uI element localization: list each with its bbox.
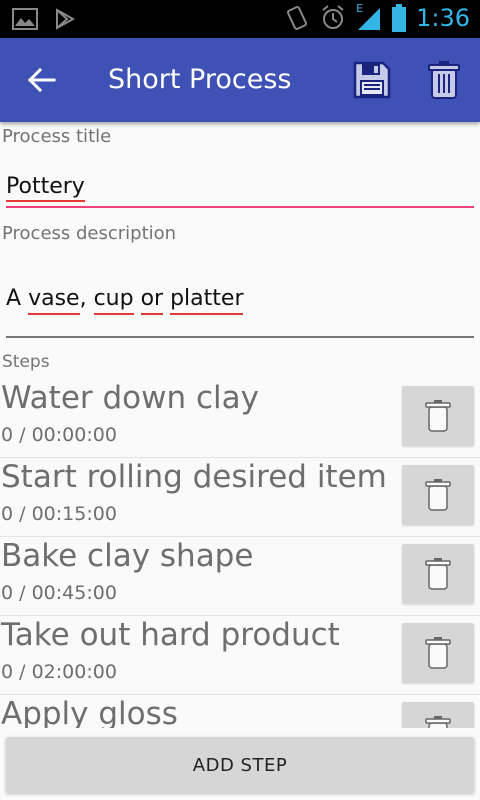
description-word: cup [93, 286, 134, 315]
delete-step-button[interactable] [402, 465, 474, 525]
description-word: , [79, 286, 87, 311]
step-row[interactable]: Bake clay shape 0 / 00:45:00 [0, 536, 480, 616]
step-time: 0 / 00:15:00 [1, 503, 117, 525]
delete-step-button[interactable] [402, 623, 474, 683]
signal-icon: E [356, 2, 382, 32]
play-store-icon [56, 8, 76, 30]
back-button[interactable] [24, 62, 60, 98]
trash-icon [425, 479, 451, 511]
status-bar: E 1:36 [0, 0, 480, 38]
step-time: 0 / 00:45:00 [1, 582, 117, 604]
step-row[interactable]: Start rolling desired item 0 / 00:15:00 [0, 457, 480, 537]
title-field[interactable]: Pottery [6, 168, 474, 208]
description-label: Process description [2, 223, 177, 244]
step-row[interactable]: Take out hard product 0 / 02:00:00 [0, 615, 480, 695]
description-value: A vase, cup or platter [6, 286, 244, 315]
delete-process-button[interactable] [426, 60, 462, 100]
add-step-button[interactable]: ADD STEP [6, 737, 474, 793]
trash-icon [425, 400, 451, 432]
delete-step-button[interactable] [402, 702, 474, 730]
clock: 1:36 [416, 4, 470, 32]
arrow-back-icon [27, 67, 56, 93]
description-word: or [140, 286, 164, 315]
description-field[interactable]: A vase, cup or platter [6, 278, 474, 338]
title-label: Process title [2, 126, 112, 147]
trash-icon [425, 558, 451, 590]
trash-icon [425, 637, 451, 669]
step-row[interactable]: Water down clay 0 / 00:00:00 [0, 378, 480, 458]
description-word: A [6, 286, 22, 311]
step-time: 0 / 02:00:00 [1, 661, 117, 683]
step-row[interactable]: Apply gloss [0, 694, 480, 730]
process-form: Process title Pottery Process descriptio… [0, 122, 480, 730]
page-title: Short Process [108, 64, 292, 95]
step-name: Water down clay [1, 380, 259, 416]
battery-icon [392, 4, 407, 32]
step-name: Bake clay shape [1, 538, 254, 574]
vibrate-icon [287, 6, 308, 30]
delete-step-button[interactable] [402, 386, 474, 446]
trash-icon [428, 61, 460, 99]
title-value: Pottery [6, 174, 85, 202]
steps-label: Steps [2, 352, 50, 372]
save-button[interactable] [352, 60, 392, 100]
delete-step-button[interactable] [402, 544, 474, 604]
app-bar: Short Process [0, 38, 480, 122]
step-time: 0 / 00:00:00 [1, 424, 117, 446]
step-name: Take out hard product [1, 617, 340, 653]
bottom-bar: ADD STEP [0, 728, 480, 800]
description-word: vase [28, 286, 80, 315]
floppy-disk-icon [353, 61, 391, 99]
step-name: Apply gloss [1, 696, 178, 730]
alarm-icon [322, 5, 344, 29]
step-name: Start rolling desired item [1, 459, 387, 495]
description-word: platter [170, 286, 244, 315]
image-icon [12, 8, 38, 30]
